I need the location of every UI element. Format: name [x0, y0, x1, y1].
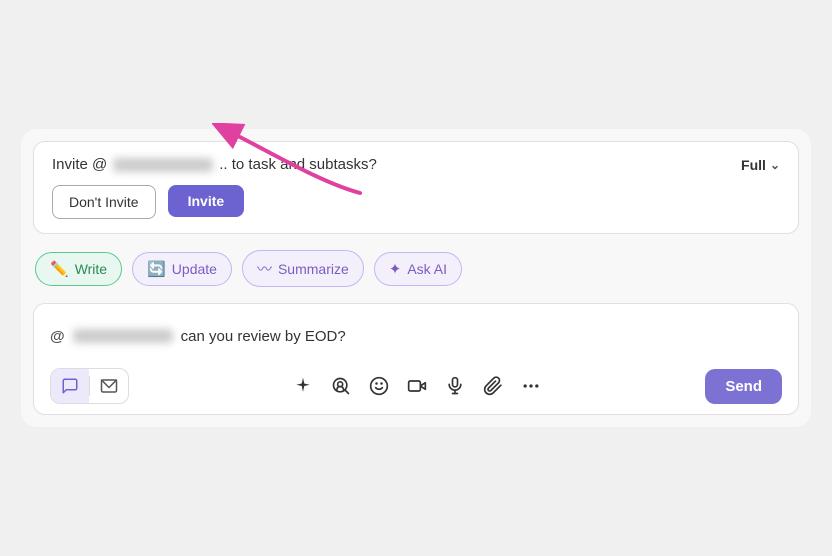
- video-button[interactable]: [401, 372, 433, 400]
- invite-banner: Invite @ .. to task and subtasks? Full ⌄…: [33, 141, 799, 234]
- compose-text: @ can you review by EOD?: [50, 318, 782, 354]
- main-container: Invite @ .. to task and subtasks? Full ⌄…: [21, 129, 811, 427]
- video-icon: [407, 376, 427, 396]
- update-pill[interactable]: 🔄 Update: [132, 252, 232, 286]
- attach-icon: [483, 376, 503, 396]
- write-icon: ✏️: [50, 260, 69, 278]
- emoji-icon: [369, 376, 389, 396]
- mic-icon: [445, 376, 465, 396]
- invite-button[interactable]: Invite: [168, 185, 245, 217]
- dont-invite-button[interactable]: Don't Invite: [52, 185, 156, 219]
- action-group-left: [50, 368, 129, 404]
- chevron-down-icon: ⌄: [770, 158, 780, 172]
- sparkle-button[interactable]: [287, 372, 319, 400]
- permission-dropdown[interactable]: Full ⌄: [741, 157, 780, 173]
- summarize-icon: 〰: [257, 258, 272, 279]
- action-icons-row: [135, 372, 699, 400]
- invite-buttons-row: Don't Invite Invite: [52, 185, 780, 219]
- at-symbol: @: [50, 328, 65, 345]
- invite-title-prefix: Invite @: [52, 156, 107, 173]
- compose-username-blurred: [73, 329, 173, 343]
- askai-pill[interactable]: ✦ Ask AI: [374, 252, 462, 286]
- compose-message: can you review by EOD?: [181, 328, 346, 345]
- compose-actions: Send: [50, 368, 782, 404]
- invite-title-suffix: .. to task and subtasks?: [219, 156, 377, 173]
- update-label: Update: [172, 261, 217, 277]
- summarize-label: Summarize: [278, 261, 349, 277]
- write-pill[interactable]: ✏️ Write: [35, 252, 122, 286]
- mic-button[interactable]: [439, 372, 471, 400]
- invite-username-blurred: [113, 158, 213, 172]
- sparkle-icon: [293, 376, 313, 396]
- more-icon: [521, 376, 541, 396]
- summarize-pill[interactable]: 〰 Summarize: [242, 250, 364, 287]
- mail-icon-button[interactable]: [90, 369, 128, 403]
- more-button[interactable]: [515, 372, 547, 400]
- askai-label: Ask AI: [407, 261, 447, 277]
- write-label: Write: [75, 261, 107, 277]
- invite-top-row: Invite @ .. to task and subtasks? Full ⌄: [52, 156, 780, 173]
- sparkle-icon: ✦: [389, 260, 402, 278]
- search-user-icon: [331, 376, 351, 396]
- send-button[interactable]: Send: [705, 369, 782, 404]
- search-user-button[interactable]: [325, 372, 357, 400]
- invite-title: Invite @ .. to task and subtasks?: [52, 156, 377, 173]
- chat-icon: [61, 377, 79, 395]
- attach-button[interactable]: [477, 372, 509, 400]
- toolbar-row: ✏️ Write 🔄 Update 〰 Summarize ✦ Ask AI: [33, 246, 799, 291]
- permission-label: Full: [741, 157, 766, 173]
- update-icon: 🔄: [147, 260, 166, 278]
- compose-area: @ can you review by EOD?: [33, 303, 799, 415]
- emoji-button[interactable]: [363, 372, 395, 400]
- chat-icon-button[interactable]: [51, 369, 89, 403]
- mail-icon: [100, 377, 118, 395]
